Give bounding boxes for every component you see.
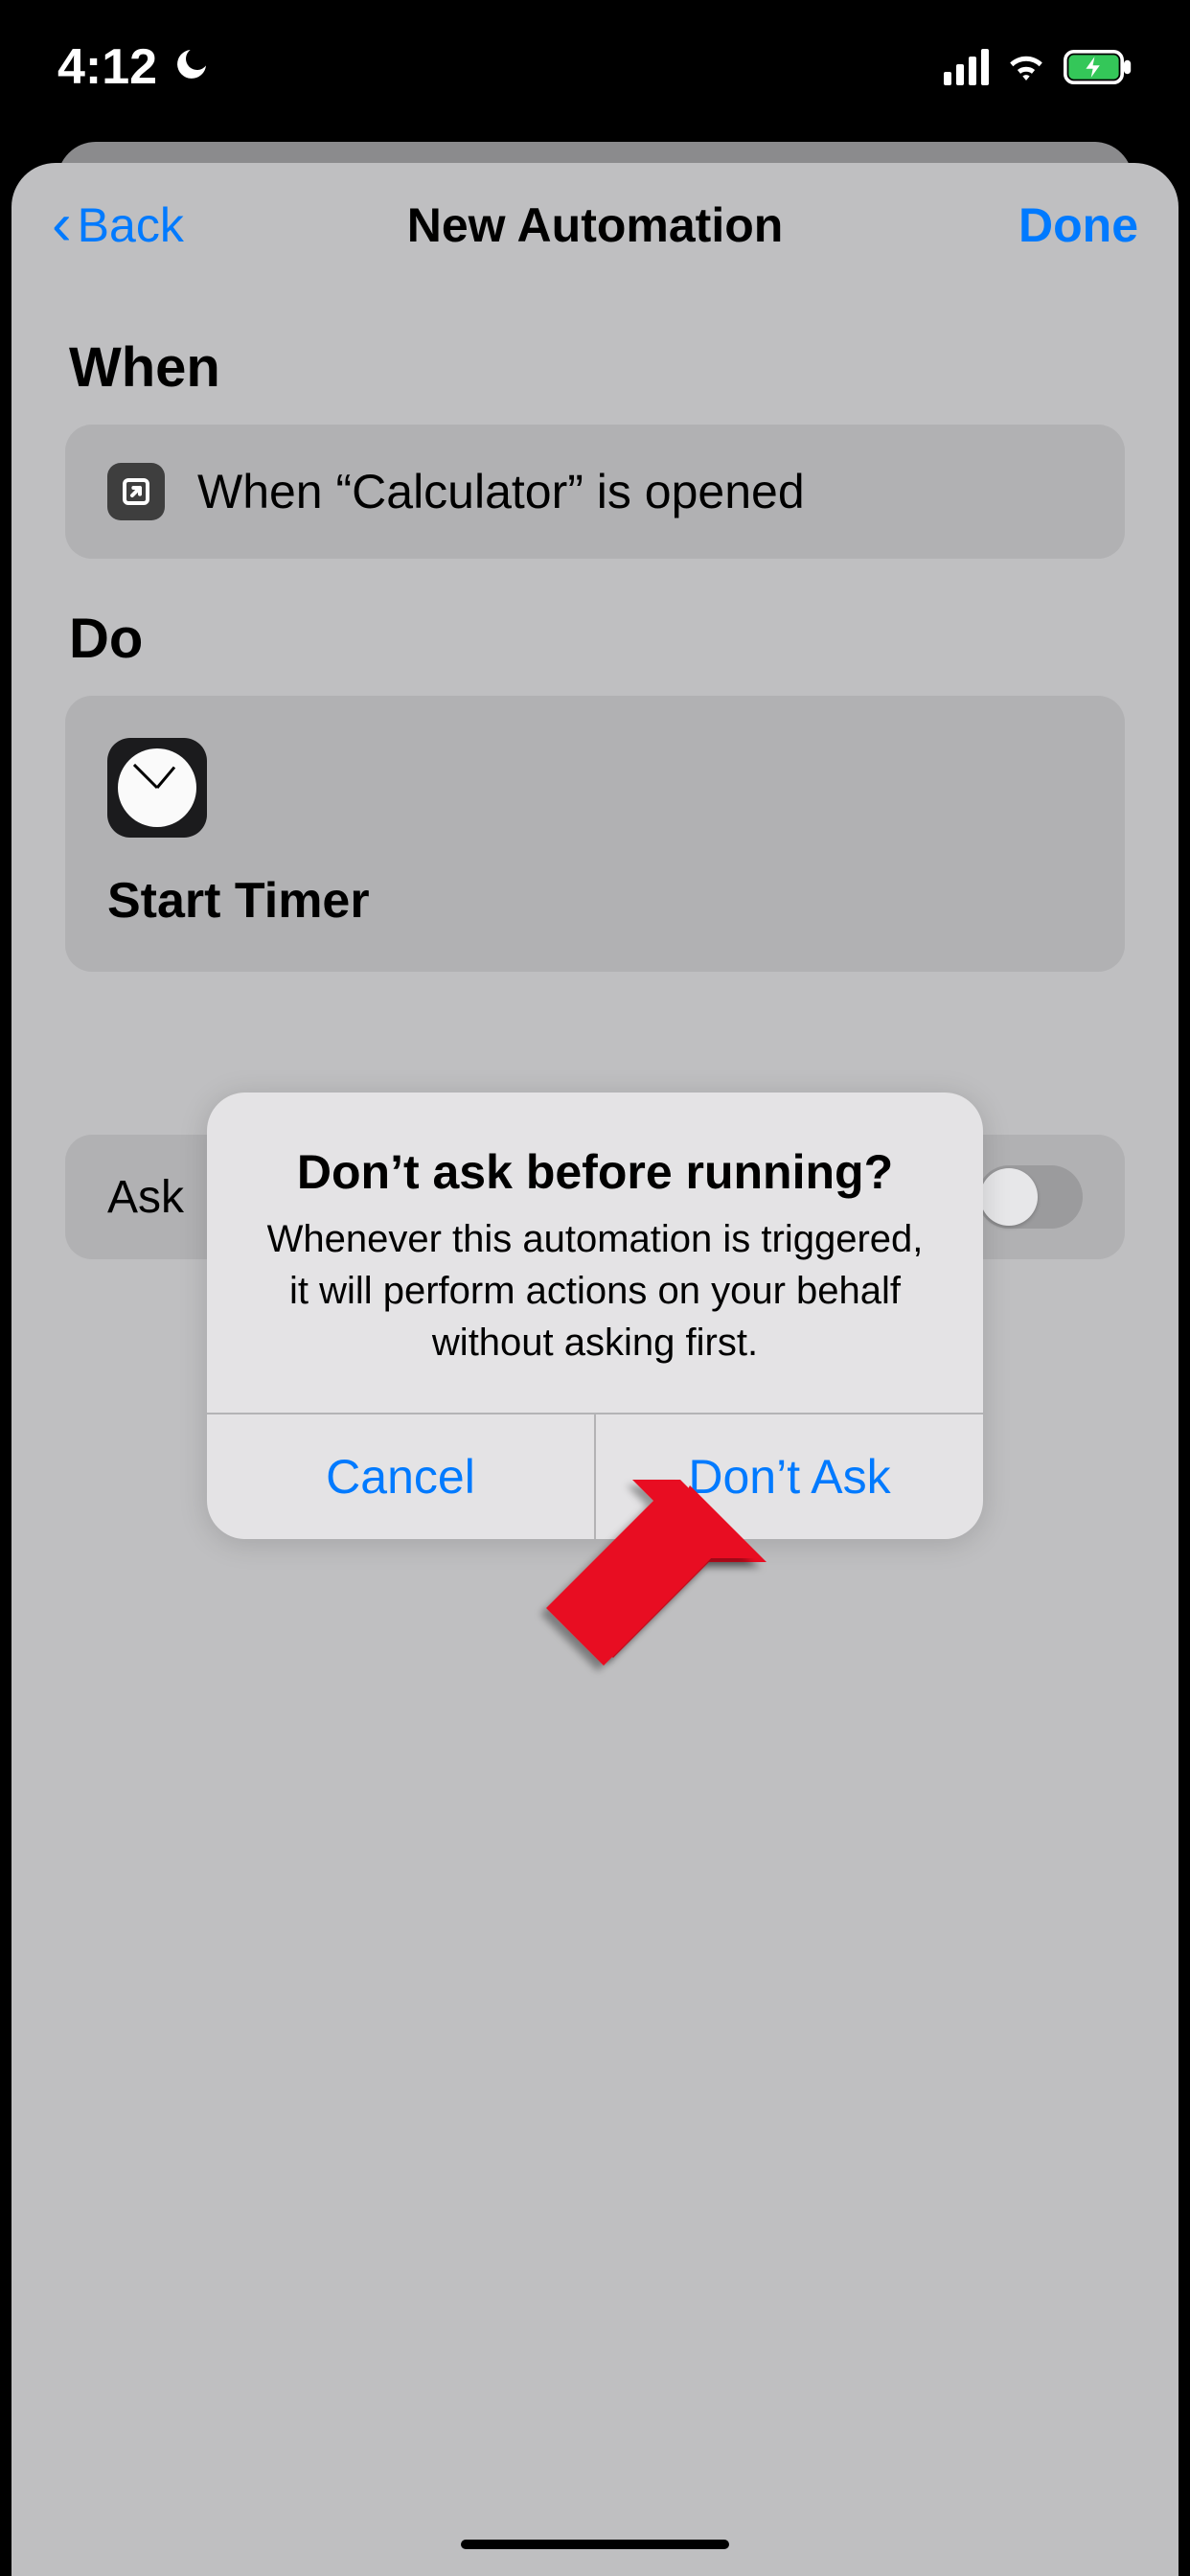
alert-button-row: Cancel Don’t Ask [207, 1413, 983, 1539]
page-title: New Automation [407, 197, 784, 253]
cancel-button[interactable]: Cancel [207, 1414, 594, 1539]
chevron-left-icon: ‹ [52, 196, 72, 255]
navigation-bar: ‹ Back New Automation Done [11, 163, 1179, 288]
alert-title: Don’t ask before running? [255, 1144, 935, 1200]
status-right [944, 49, 1133, 85]
clock-app-icon [107, 738, 207, 838]
battery-charging-icon [1064, 50, 1133, 84]
do-action-name: Start Timer [107, 872, 370, 930]
dont-ask-button[interactable]: Don’t Ask [594, 1414, 983, 1539]
back-button[interactable]: ‹ Back [52, 196, 184, 255]
app-open-icon [107, 463, 165, 520]
home-indicator [461, 2540, 729, 2549]
when-trigger-cell[interactable]: When “Calculator” is opened [65, 425, 1125, 559]
do-action-cell[interactable]: Start Timer [65, 696, 1125, 972]
back-label: Back [78, 197, 184, 253]
cellular-icon [944, 49, 989, 85]
status-time-group: 4:12 [57, 38, 211, 96]
confirmation-alert: Don’t ask before running? Whenever this … [207, 1092, 983, 1539]
when-trigger-text: When “Calculator” is opened [197, 464, 805, 519]
ask-label: Ask [107, 1171, 184, 1224]
do-heading: Do [69, 607, 1179, 671]
wifi-icon [1006, 52, 1046, 82]
when-heading: When [69, 335, 1179, 400]
alert-message: Whenever this automation is triggered, i… [255, 1213, 935, 1368]
moon-icon [172, 38, 211, 96]
done-button[interactable]: Done [1018, 197, 1138, 253]
alert-body: Don’t ask before running? Whenever this … [207, 1092, 983, 1413]
ask-toggle[interactable] [977, 1165, 1083, 1229]
status-time: 4:12 [57, 38, 157, 96]
status-bar: 4:12 [0, 0, 1190, 134]
